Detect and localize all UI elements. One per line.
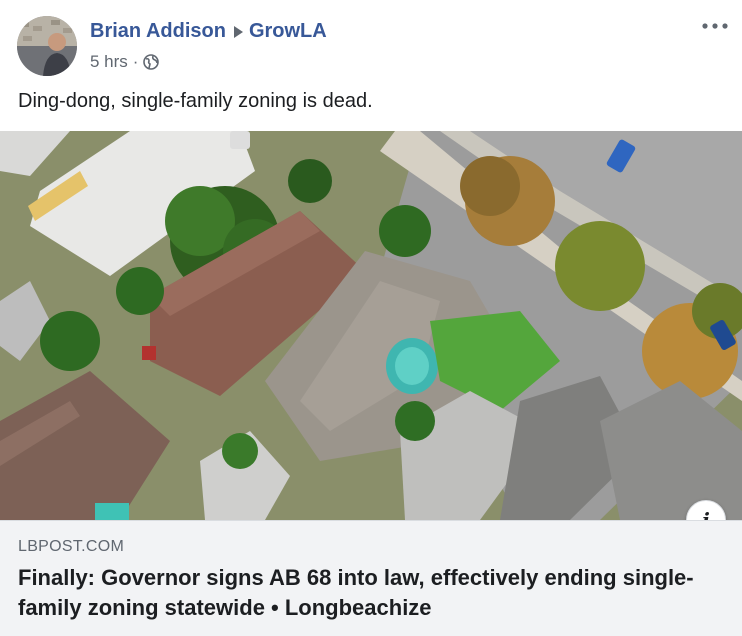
link-domain: LBPOST.COM [18, 538, 125, 555]
more-options-button[interactable] [700, 14, 730, 38]
link-headline[interactable]: Finally: Governor signs AB 68 into law, … [18, 563, 718, 623]
author-name-link[interactable]: Brian Addison [90, 20, 226, 43]
link-preview-footer[interactable]: LBPOST.COM Finally: Governor signs AB 68… [0, 520, 742, 636]
group-name-link[interactable]: GrowLA [249, 20, 327, 43]
post-text: Ding-dong, single-family zoning is dead. [18, 90, 373, 112]
avatar-photo [17, 16, 77, 76]
more-dots-icon [702, 23, 728, 29]
link-preview-image[interactable] [0, 131, 742, 520]
post-header-title: Brian Addison GrowLA [90, 20, 327, 43]
meta-separator: · [132, 52, 139, 71]
aerial-neighborhood-image [0, 131, 742, 520]
play-arrow-icon [233, 25, 243, 38]
globe-icon[interactable] [143, 54, 160, 70]
post-timestamp[interactable]: 5 hrs [90, 52, 128, 72]
author-avatar[interactable] [17, 16, 77, 76]
post-meta: 5 hrs · [90, 52, 160, 72]
